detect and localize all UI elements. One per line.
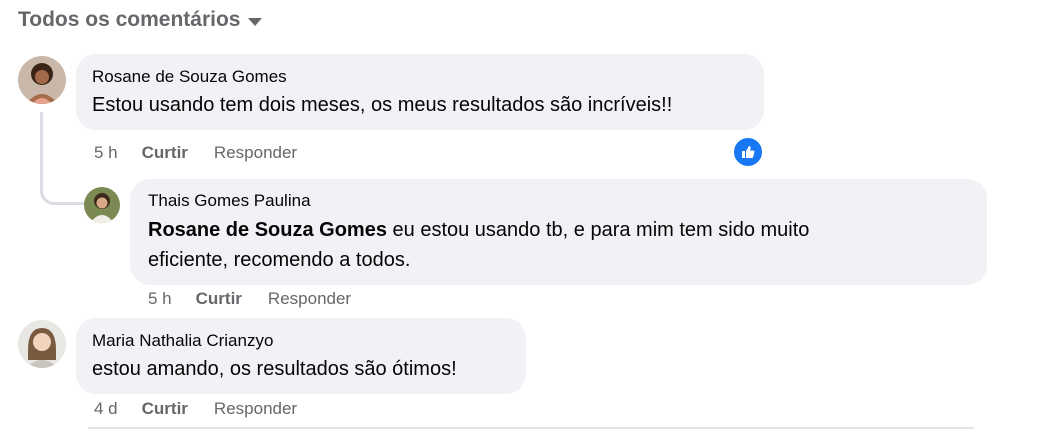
like-button[interactable]: Curtir (142, 143, 188, 163)
comment-timestamp[interactable]: 4 d (94, 399, 118, 419)
comment-author[interactable]: Rosane de Souza Gomes (92, 67, 748, 87)
thread-connector-line (40, 112, 87, 205)
reply-text-line2: eficiente, recomendo a todos. (148, 249, 411, 271)
like-button[interactable]: Curtir (142, 399, 188, 419)
comment-timestamp[interactable]: 5 h (148, 289, 172, 309)
profile-photo-icon (18, 56, 66, 104)
reply-button[interactable]: Responder (268, 289, 351, 309)
comment-bubble: Rosane de Souza Gomes Estou usando tem d… (76, 54, 764, 130)
comment-text: Estou usando tem dois meses, os meus res… (92, 94, 673, 116)
like-button[interactable]: Curtir (196, 289, 242, 309)
comment-timestamp[interactable]: 5 h (94, 143, 118, 163)
reply-text-line1: eu estou usando tb, e para mim tem sido … (386, 219, 810, 241)
comment-bubble: Maria Nathalia Crianzyo estou amando, os… (76, 318, 526, 394)
reply-actions: 5 h Curtir Responder (148, 289, 351, 309)
comments-filter-dropdown[interactable]: Todos os comentários (18, 8, 263, 32)
profile-photo-icon (18, 320, 66, 368)
comment-text: estou amando, os resultados são ótimos! (92, 358, 457, 380)
reply-button[interactable]: Responder (214, 143, 297, 163)
reply-bubble: Thais Gomes Paulina Rosane de Souza Gome… (130, 179, 987, 285)
comment-author[interactable]: Maria Nathalia Crianzyo (92, 331, 510, 351)
filter-label: Todos os comentários (18, 8, 241, 31)
profile-photo-icon (84, 187, 120, 223)
caret-down-icon (248, 18, 263, 26)
reply-text: Rosane de Souza Gomes eu estou usando tb… (148, 215, 969, 275)
thumbs-up-icon (742, 146, 755, 158)
comment-actions: 5 h Curtir Responder (94, 143, 297, 163)
reply-button[interactable]: Responder (214, 399, 297, 419)
avatar-maria[interactable] (18, 320, 66, 368)
avatar-thais[interactable] (84, 187, 120, 223)
comment-actions: 4 d Curtir Responder (94, 399, 297, 419)
avatar-rosane[interactable] (18, 56, 66, 104)
mention-link[interactable]: Rosane de Souza Gomes (148, 219, 387, 241)
reply-author[interactable]: Thais Gomes Paulina (148, 191, 969, 211)
divider (88, 427, 974, 429)
like-reaction-badge[interactable] (732, 136, 764, 168)
